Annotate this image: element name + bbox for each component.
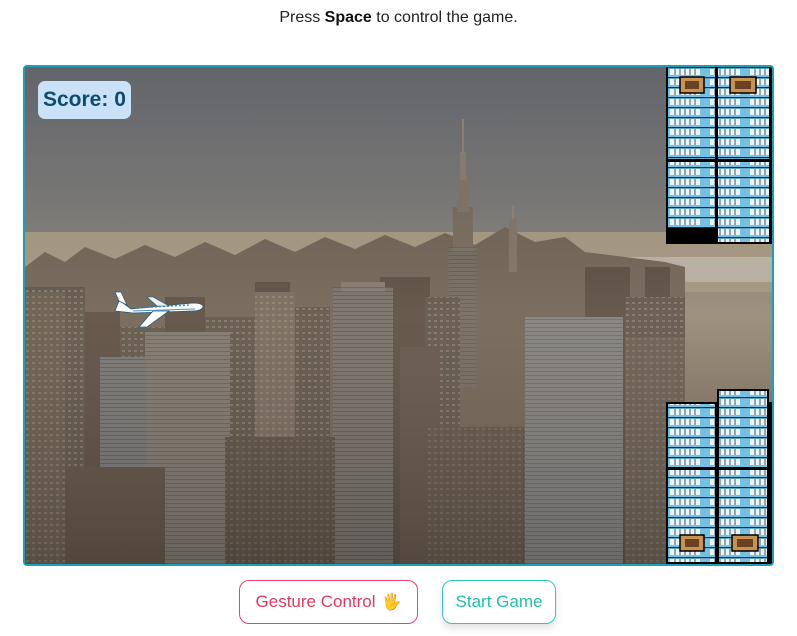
gesture-control-label: Gesture Control	[255, 592, 376, 611]
instructions-suffix: to control the game.	[371, 9, 518, 26]
obstacle-bottom	[666, 389, 772, 564]
instructions-prefix: Press	[279, 9, 325, 26]
waving-hand-icon: 🖐	[381, 594, 402, 611]
gesture-control-button[interactable]: Gesture Control 🖐	[239, 580, 418, 624]
start-game-label: Start Game	[455, 592, 543, 611]
city-background	[25, 67, 772, 564]
game-canvas[interactable]: Score: 0	[23, 65, 774, 566]
score-display: Score: 0	[38, 81, 131, 119]
space-key-label: Space	[324, 9, 372, 26]
controls-bar: Gesture Control 🖐 Start Game	[0, 580, 797, 628]
start-game-button[interactable]: Start Game	[442, 580, 556, 624]
instructions-text: Press Space to control the game.	[0, 7, 797, 29]
obstacle-top	[666, 67, 772, 244]
